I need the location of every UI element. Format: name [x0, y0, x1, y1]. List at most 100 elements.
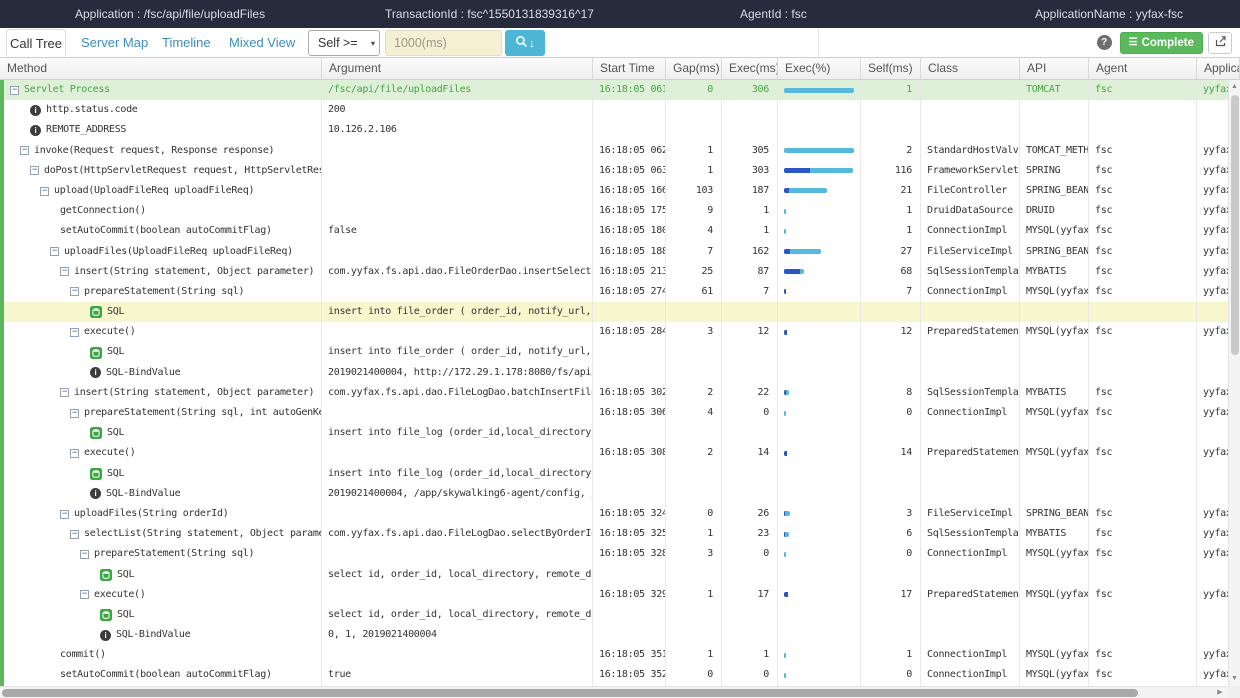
class-cell	[921, 464, 1020, 484]
class-cell: ConnectionImpl	[921, 544, 1020, 564]
call-tree-row[interactable]: −insert(String statement, Object paramet…	[4, 383, 1240, 403]
execbar-cell	[778, 242, 861, 262]
argument-cell: 200	[322, 100, 593, 120]
collapse-icon[interactable]: −	[70, 449, 79, 458]
collapse-icon[interactable]: −	[10, 86, 19, 95]
argument-cell	[322, 585, 593, 605]
filter-type-select[interactable]: Self >= ▾	[308, 30, 380, 56]
call-tree-row[interactable]: −prepareStatement(String sql)16:18:05 32…	[4, 544, 1240, 564]
self-cell	[861, 120, 921, 140]
agent-cell: fsc	[1089, 80, 1197, 100]
call-tree-row[interactable]: SQLinsert into file_order ( order_id, no…	[4, 302, 1240, 322]
execbar-cell	[778, 585, 861, 605]
filter-threshold-input[interactable]	[385, 30, 502, 56]
call-tree-row[interactable]: −invoke(Request request, Response respon…	[4, 141, 1240, 161]
call-tree-row[interactable]: −execute()16:18:05 28431212PreparedState…	[4, 322, 1240, 342]
class-cell: ConnectionImpl	[921, 221, 1020, 241]
help-icon[interactable]: ?	[1097, 35, 1112, 50]
call-tree-row[interactable]: setAutoCommit(boolean autoCommitFlag)tru…	[4, 665, 1240, 685]
call-tree-row[interactable]: −prepareStatement(String sql)16:18:05 27…	[4, 282, 1240, 302]
argument-cell: com.yyfax.fs.api.dao.FileLogDao.batchIns…	[322, 383, 593, 403]
scroll-up-arrow-icon[interactable]: ▲	[1229, 81, 1240, 93]
call-tree-row[interactable]: −uploadFiles(UploadFileReq uploadFileReq…	[4, 242, 1240, 262]
tab-server-map[interactable]: Server Map	[81, 28, 148, 57]
horizontal-scroll-thumb[interactable]	[2, 689, 1138, 697]
exec-percent-bar	[784, 88, 854, 93]
call-tree-row[interactable]: iSQL-BindValue0, 1, 2019021400004	[4, 625, 1240, 645]
exec-percent-bar	[784, 209, 854, 214]
call-tree-row[interactable]: SQLinsert into file_log (order_id,local_…	[4, 423, 1240, 443]
collapse-icon[interactable]: −	[60, 388, 69, 397]
call-tree-row[interactable]: iREMOTE_ADDRESS10.126.2.106	[4, 120, 1240, 140]
collapse-icon[interactable]: −	[70, 409, 79, 418]
tab-call-tree[interactable]: Call Tree	[6, 29, 66, 57]
execbar-cell	[778, 484, 861, 504]
vertical-scroll-thumb[interactable]	[1231, 95, 1239, 355]
call-tree-row[interactable]: −prepareStatement(String sql, int autoGe…	[4, 403, 1240, 423]
api-cell	[1020, 625, 1089, 645]
call-tree-row[interactable]: −execute()16:18:05 32911717PreparedState…	[4, 585, 1240, 605]
tab-timeline[interactable]: Timeline	[162, 28, 211, 57]
call-tree-row[interactable]: SQLinsert into file_order ( order_id, no…	[4, 342, 1240, 362]
method-label: SQL	[107, 342, 124, 362]
call-tree-row[interactable]: SQLinsert into file_log (order_id,local_…	[4, 464, 1240, 484]
self-cell: 3	[861, 504, 921, 524]
call-tree-row[interactable]: SQLselect id, order_id, local_directory,…	[4, 605, 1240, 625]
vertical-scrollbar[interactable]: ▲ ▼	[1228, 80, 1240, 686]
start-cell: 16:18:05 351	[593, 645, 666, 665]
sql-icon	[90, 347, 102, 359]
scrollbar-corner	[1228, 686, 1240, 698]
call-tree-row[interactable]: −insert(String statement, Object paramet…	[4, 262, 1240, 282]
call-tree-row[interactable]: −selectList(String statement, Object par…	[4, 524, 1240, 544]
gap-cell: 7	[666, 242, 722, 262]
scroll-right-arrow-icon[interactable]: ▶	[1214, 687, 1226, 698]
class-cell: ConnectionImpl	[921, 282, 1020, 302]
call-tree-row[interactable]: ihttp.status.code200	[4, 100, 1240, 120]
call-tree-row[interactable]: commit()16:18:05 351111ConnectionImplMYS…	[4, 645, 1240, 665]
collapse-icon[interactable]: −	[80, 590, 89, 599]
call-tree-row[interactable]: iSQL-BindValue2019021400004, http://172.…	[4, 363, 1240, 383]
collapse-icon[interactable]: −	[60, 267, 69, 276]
collapse-icon[interactable]: −	[70, 287, 79, 296]
api-cell: MYSQL(yyfax_…	[1020, 585, 1089, 605]
horizontal-scrollbar[interactable]: ▶	[0, 686, 1240, 698]
collapse-icon[interactable]: −	[60, 510, 69, 519]
start-cell	[593, 464, 666, 484]
exec-cell: 1	[722, 645, 778, 665]
call-tree-row[interactable]: SQLselect id, order_id, local_directory,…	[4, 565, 1240, 585]
tab-mixed-view[interactable]: Mixed View	[229, 28, 295, 57]
method-cell: SQL	[4, 464, 322, 484]
collapse-icon[interactable]: −	[70, 530, 79, 539]
call-tree-row[interactable]: −Servlet Process/fsc/api/file/uploadFile…	[4, 80, 1240, 100]
call-tree-row[interactable]: −upload(UploadFileReq uploadFileReq)16:1…	[4, 181, 1240, 201]
self-cell	[861, 605, 921, 625]
call-tree-row[interactable]: −execute()16:18:05 30821414PreparedState…	[4, 443, 1240, 463]
gap-cell: 1	[666, 524, 722, 544]
call-tree-row[interactable]: iSQL-BindValue2019021400004, /app/skywal…	[4, 484, 1240, 504]
call-tree-row[interactable]: setAutoCommit(boolean autoCommitFlag)fal…	[4, 221, 1240, 241]
exec-cell: 305	[722, 141, 778, 161]
argument-cell	[322, 282, 593, 302]
search-icon	[515, 35, 528, 51]
call-tree-row[interactable]: −doPost(HttpServletRequest request, Http…	[4, 161, 1240, 181]
argument-cell: 0, 1, 2019021400004	[322, 625, 593, 645]
exec-cell	[722, 565, 778, 585]
complete-button[interactable]: ☰ Complete	[1120, 32, 1203, 54]
self-cell: 2	[861, 141, 921, 161]
call-tree-row[interactable]: −uploadFiles(String orderId)16:18:05 324…	[4, 504, 1240, 524]
self-cell: 0	[861, 665, 921, 685]
collapse-icon[interactable]: −	[30, 166, 39, 175]
scroll-down-arrow-icon[interactable]: ▼	[1229, 673, 1240, 685]
export-button[interactable]	[1208, 32, 1232, 54]
collapse-icon[interactable]: −	[50, 247, 59, 256]
collapse-icon[interactable]: −	[70, 328, 79, 337]
search-button[interactable]: ↓	[505, 30, 545, 56]
column-header-argument: Argument	[322, 58, 593, 79]
export-icon	[1214, 35, 1227, 51]
collapse-icon[interactable]: −	[40, 187, 49, 196]
collapse-icon[interactable]: −	[80, 550, 89, 559]
toolbar-divider	[818, 28, 819, 57]
call-tree-row[interactable]: getConnection()16:18:05 175911DruidDataS…	[4, 201, 1240, 221]
method-cell: SQL	[4, 565, 322, 585]
collapse-icon[interactable]: −	[20, 146, 29, 155]
